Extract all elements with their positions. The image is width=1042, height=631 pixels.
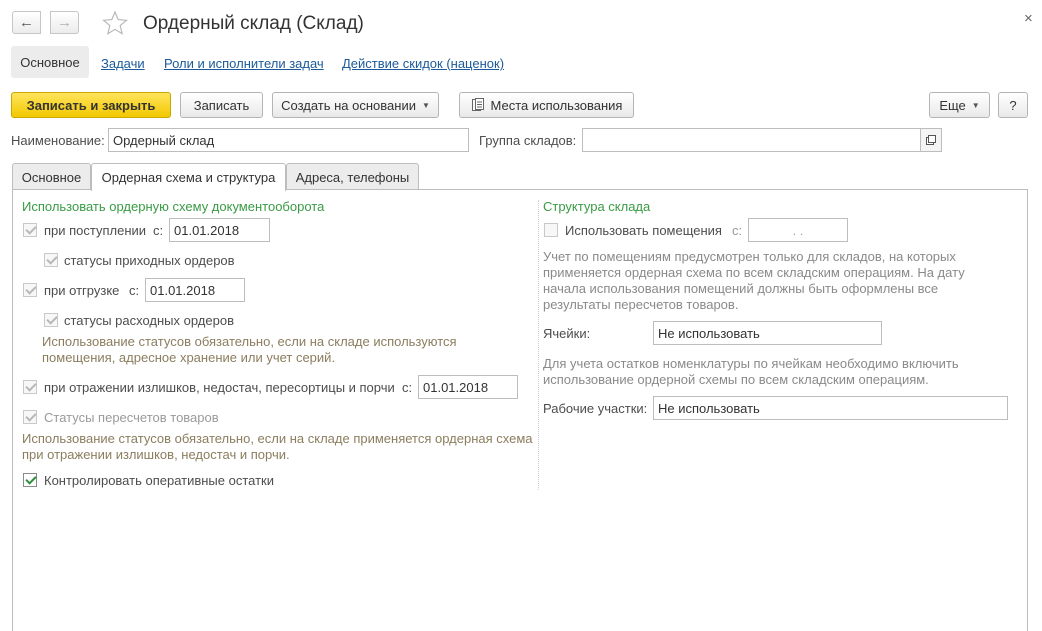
- forward-button[interactable]: →: [50, 11, 79, 34]
- chevron-down-icon: ▼: [971, 100, 980, 110]
- name-label: Наименование:: [11, 133, 105, 148]
- receipt-from-label: с:: [153, 223, 164, 238]
- warehouse-group-field[interactable]: [582, 128, 921, 152]
- save-button[interactable]: Записать: [180, 92, 263, 118]
- create-based-on-label: Создать на основании: [281, 97, 416, 113]
- surplus-date-field[interactable]: 01.01.2018: [418, 375, 518, 399]
- surplus-from-label: с:: [402, 380, 413, 395]
- work-areas-field[interactable]: Не использовать: [653, 396, 1008, 420]
- rooms-note: Учет по помещениям предусмотрен только д…: [543, 249, 965, 312]
- warehouse-structure-title: Структура склада: [543, 199, 651, 214]
- name-field[interactable]: Ордерный склад: [108, 128, 469, 152]
- control-balances-checkbox[interactable]: [23, 473, 37, 487]
- section-link-tasks[interactable]: Задачи: [101, 56, 145, 71]
- help-label: ?: [1009, 97, 1017, 113]
- use-rooms-from-label: с:: [732, 223, 743, 238]
- order-scheme-group-title: Использовать ордерную схему документообо…: [22, 199, 325, 214]
- statuses-note: Использование статусов обязательно, если…: [42, 334, 457, 365]
- section-main[interactable]: Основное: [11, 46, 89, 78]
- shipment-label: при отгрузке: [44, 283, 120, 298]
- chevron-down-icon: ▼: [421, 100, 430, 110]
- use-rooms-label: Использовать помещения: [565, 223, 722, 238]
- shipment-statuses-label: статусы расходных ордеров: [64, 313, 234, 328]
- recount-statuses-checkbox[interactable]: [23, 410, 37, 424]
- tab-addresses[interactable]: Адреса, телефоны: [286, 163, 419, 190]
- tab-order-scheme[interactable]: Ордерная схема и структура: [91, 163, 286, 191]
- use-rooms-checkbox[interactable]: [544, 223, 558, 237]
- warehouse-group-label: Группа складов:: [479, 133, 577, 148]
- more-label: Еще: [939, 97, 966, 113]
- tab-main[interactable]: Основное: [12, 163, 91, 190]
- control-balances-label: Контролировать оперативные остатки: [44, 473, 275, 488]
- surplus-label: при отражении излишков, недостач, пересо…: [44, 380, 395, 395]
- work-areas-label: Рабочие участки:: [543, 401, 648, 416]
- section-link-discounts[interactable]: Действие скидок (наценок): [342, 56, 504, 71]
- shipment-date-field[interactable]: 01.01.2018: [145, 278, 245, 302]
- open-group-button[interactable]: [920, 128, 942, 152]
- page-title: Ордерный склад (Склад): [143, 13, 364, 34]
- open-icon: [926, 135, 936, 145]
- receipt-statuses-checkbox[interactable]: [44, 253, 58, 267]
- section-link-roles[interactable]: Роли и исполнители задач: [164, 56, 324, 71]
- receipt-statuses-label: статусы приходных ордеров: [64, 253, 235, 268]
- cells-label: Ячейки:: [543, 326, 591, 341]
- receipt-label: при поступлении: [44, 223, 147, 238]
- cells-field[interactable]: Не использовать: [653, 321, 882, 345]
- save-label: Записать: [193, 97, 250, 113]
- surplus-checkbox[interactable]: [23, 380, 37, 394]
- cells-note: Для учета остатков номенклатуры по ячейк…: [543, 356, 959, 387]
- star-icon[interactable]: [102, 10, 128, 36]
- more-button[interactable]: Еще ▼: [929, 92, 990, 118]
- use-rooms-date-field[interactable]: . .: [748, 218, 848, 242]
- document-list-icon: [471, 98, 484, 111]
- save-and-close-label: Записать и закрыть: [26, 97, 156, 113]
- usage-places-button[interactable]: Места использования: [459, 92, 634, 118]
- receipt-checkbox[interactable]: [23, 223, 37, 237]
- save-and-close-button[interactable]: Записать и закрыть: [11, 92, 171, 118]
- close-icon[interactable]: ×: [1024, 10, 1033, 27]
- recount-statuses-label: Статусы пересчетов товаров: [44, 410, 219, 425]
- back-button[interactable]: ←: [12, 11, 41, 34]
- usage-places-label: Места использования: [490, 97, 623, 113]
- arrow-left-icon: ←: [19, 14, 34, 31]
- help-button[interactable]: ?: [998, 92, 1028, 118]
- shipment-statuses-checkbox[interactable]: [44, 313, 58, 327]
- recount-note: Использование статусов обязательно, если…: [22, 431, 533, 462]
- shipment-checkbox[interactable]: [23, 283, 37, 297]
- arrow-right-icon: →: [57, 14, 72, 31]
- shipment-from-label: с:: [129, 283, 140, 298]
- column-divider: [538, 200, 539, 490]
- receipt-date-field[interactable]: 01.01.2018: [169, 218, 270, 242]
- create-based-on-button[interactable]: Создать на основании ▼: [272, 92, 439, 118]
